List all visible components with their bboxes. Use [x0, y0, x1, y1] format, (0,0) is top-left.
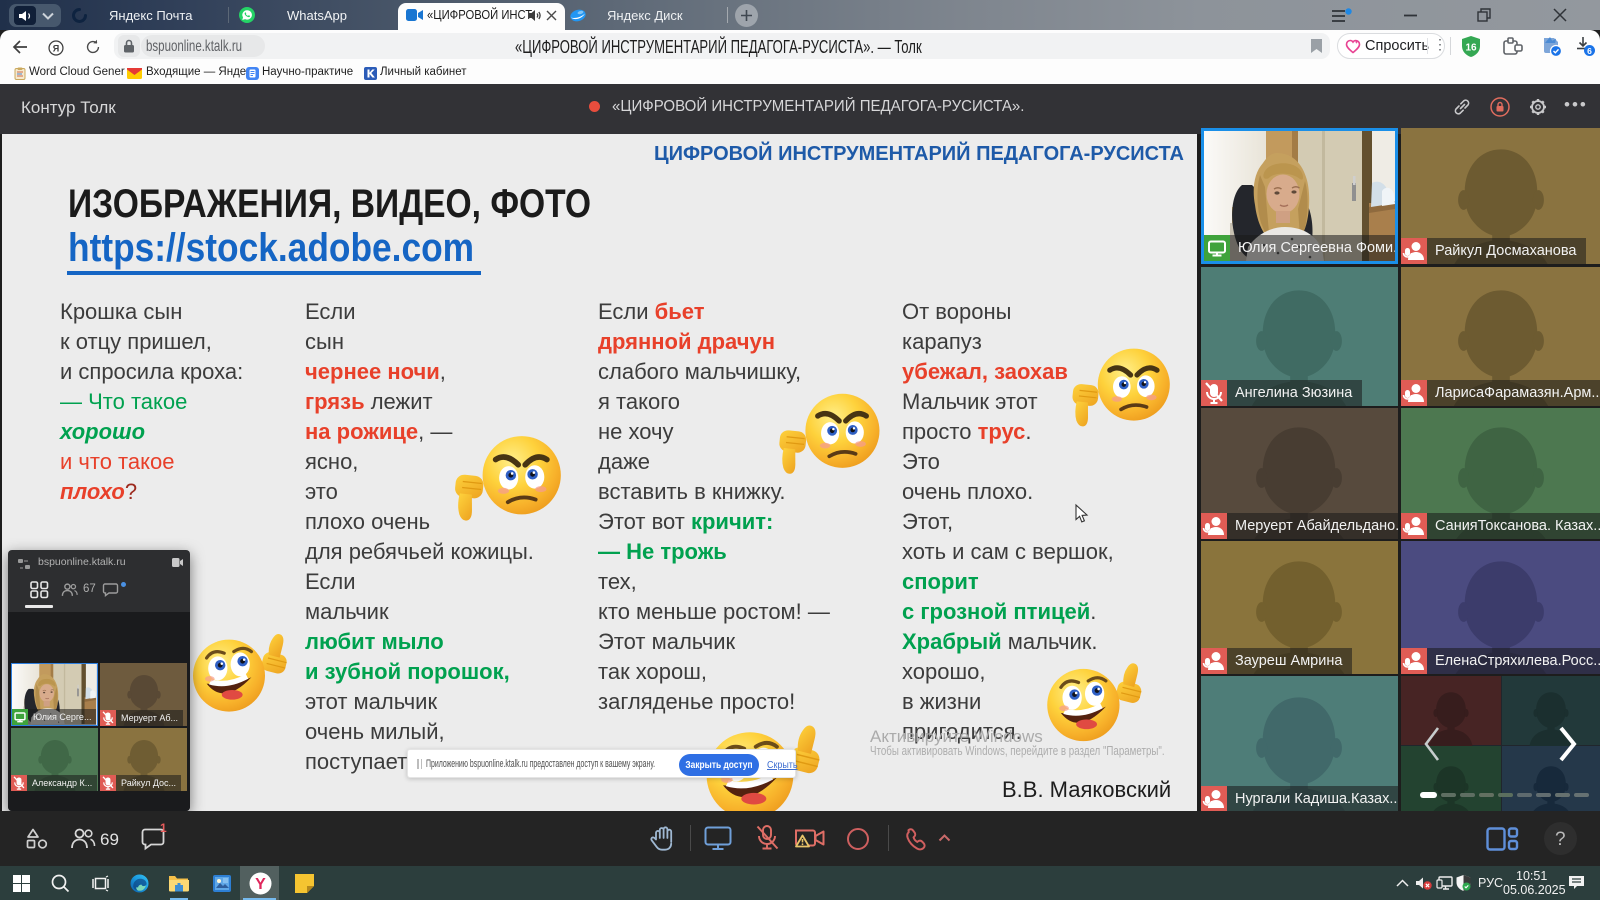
svg-text:Я: Я [53, 43, 60, 53]
svg-text:6: 6 [1587, 46, 1592, 56]
svg-text:16: 16 [1465, 43, 1477, 54]
svg-text:Y: Y [255, 876, 266, 893]
